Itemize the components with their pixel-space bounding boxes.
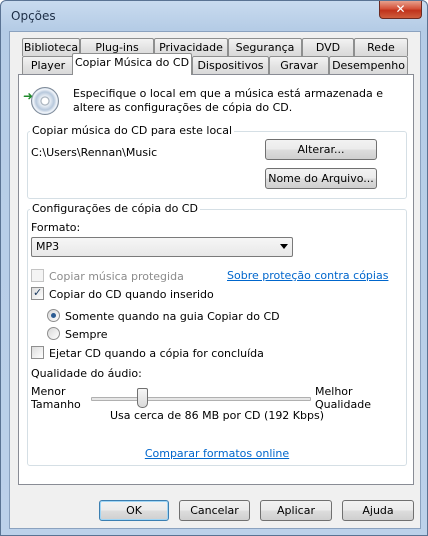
tab-gravar[interactable]: Gravar [269,56,329,74]
audio-quality-slider[interactable] [136,388,148,408]
format-select[interactable]: MP3 [31,237,293,257]
copy-protection-link[interactable]: Sobre proteção contra cópias [227,269,388,282]
rip-settings-group-label: Configurações de cópia do CD [30,202,200,215]
close-button[interactable]: ✕ [379,1,422,19]
format-label: Formato: [31,221,81,234]
eject-checkbox[interactable] [31,346,44,359]
chevron-down-icon [280,244,288,249]
tab-player[interactable]: Player [22,56,74,74]
disk-usage-text: Usa cerca de 86 MB por CD (192 Kbps) [109,409,325,422]
rip-location-path: C:\Users\Rennan\Music [31,146,158,159]
tab-dispositivos[interactable]: Dispositivos [192,56,269,74]
options-window: Opções ✕ Biblioteca Plug-ins Privacidade… [0,0,428,536]
radio-only-rip-tab[interactable] [47,309,60,322]
best-quality-label: Melhor Qualidade [315,385,371,411]
window-title: Opções [11,9,56,23]
tab-panel: ➜ Especifique o local em que a música es… [18,74,414,485]
intro-text: Especifique o local em que a música está… [73,87,384,114]
tab-rede[interactable]: Rede [354,38,408,56]
radio-always[interactable] [47,327,60,340]
title-bar: Opções ✕ [1,1,427,31]
ok-button[interactable]: OK [99,500,169,521]
cancel-button[interactable]: Cancelar [179,500,250,521]
file-name-button[interactable]: Nome do Arquivo... [265,168,377,189]
change-location-button[interactable]: Alterar... [265,139,377,160]
help-button[interactable]: Ajuda [342,500,414,521]
arrow-icon: ➜ [23,89,34,103]
tab-desempenho[interactable]: Desempenho [329,56,408,74]
copy-protect-label: Copiar música protegida [49,270,184,283]
close-icon: ✕ [395,2,406,16]
compare-formats-link[interactable]: Comparar formatos online [19,447,415,460]
dialog-client: Biblioteca Plug-ins Privacidade Seguranç… [9,31,421,529]
tab-dvd[interactable]: DVD [302,38,354,56]
location-group-label: Copiar música do CD para este local [30,124,235,137]
apply-button[interactable]: Aplicar [260,500,332,521]
audio-quality-label: Qualidade do áudio: [31,367,142,380]
tab-seguranca[interactable]: Segurança [228,38,302,56]
radio-only-rip-tab-label: Somente quando na guia Copiar do CD [65,310,280,323]
radio-always-label: Sempre [65,328,108,341]
min-size-label: Menor Tamanho [31,385,81,411]
copy-protect-checkbox[interactable] [31,269,44,282]
audio-quality-track [91,397,311,401]
auto-rip-checkbox[interactable] [31,286,44,300]
tab-copiar-musica-do-cd[interactable]: Copiar Música do CD [72,53,192,75]
eject-label: Ejetar CD quando a cópia for concluída [49,347,264,360]
auto-rip-label: Copiar do CD quando inserido [49,288,214,301]
format-value: MP3 [36,240,60,253]
